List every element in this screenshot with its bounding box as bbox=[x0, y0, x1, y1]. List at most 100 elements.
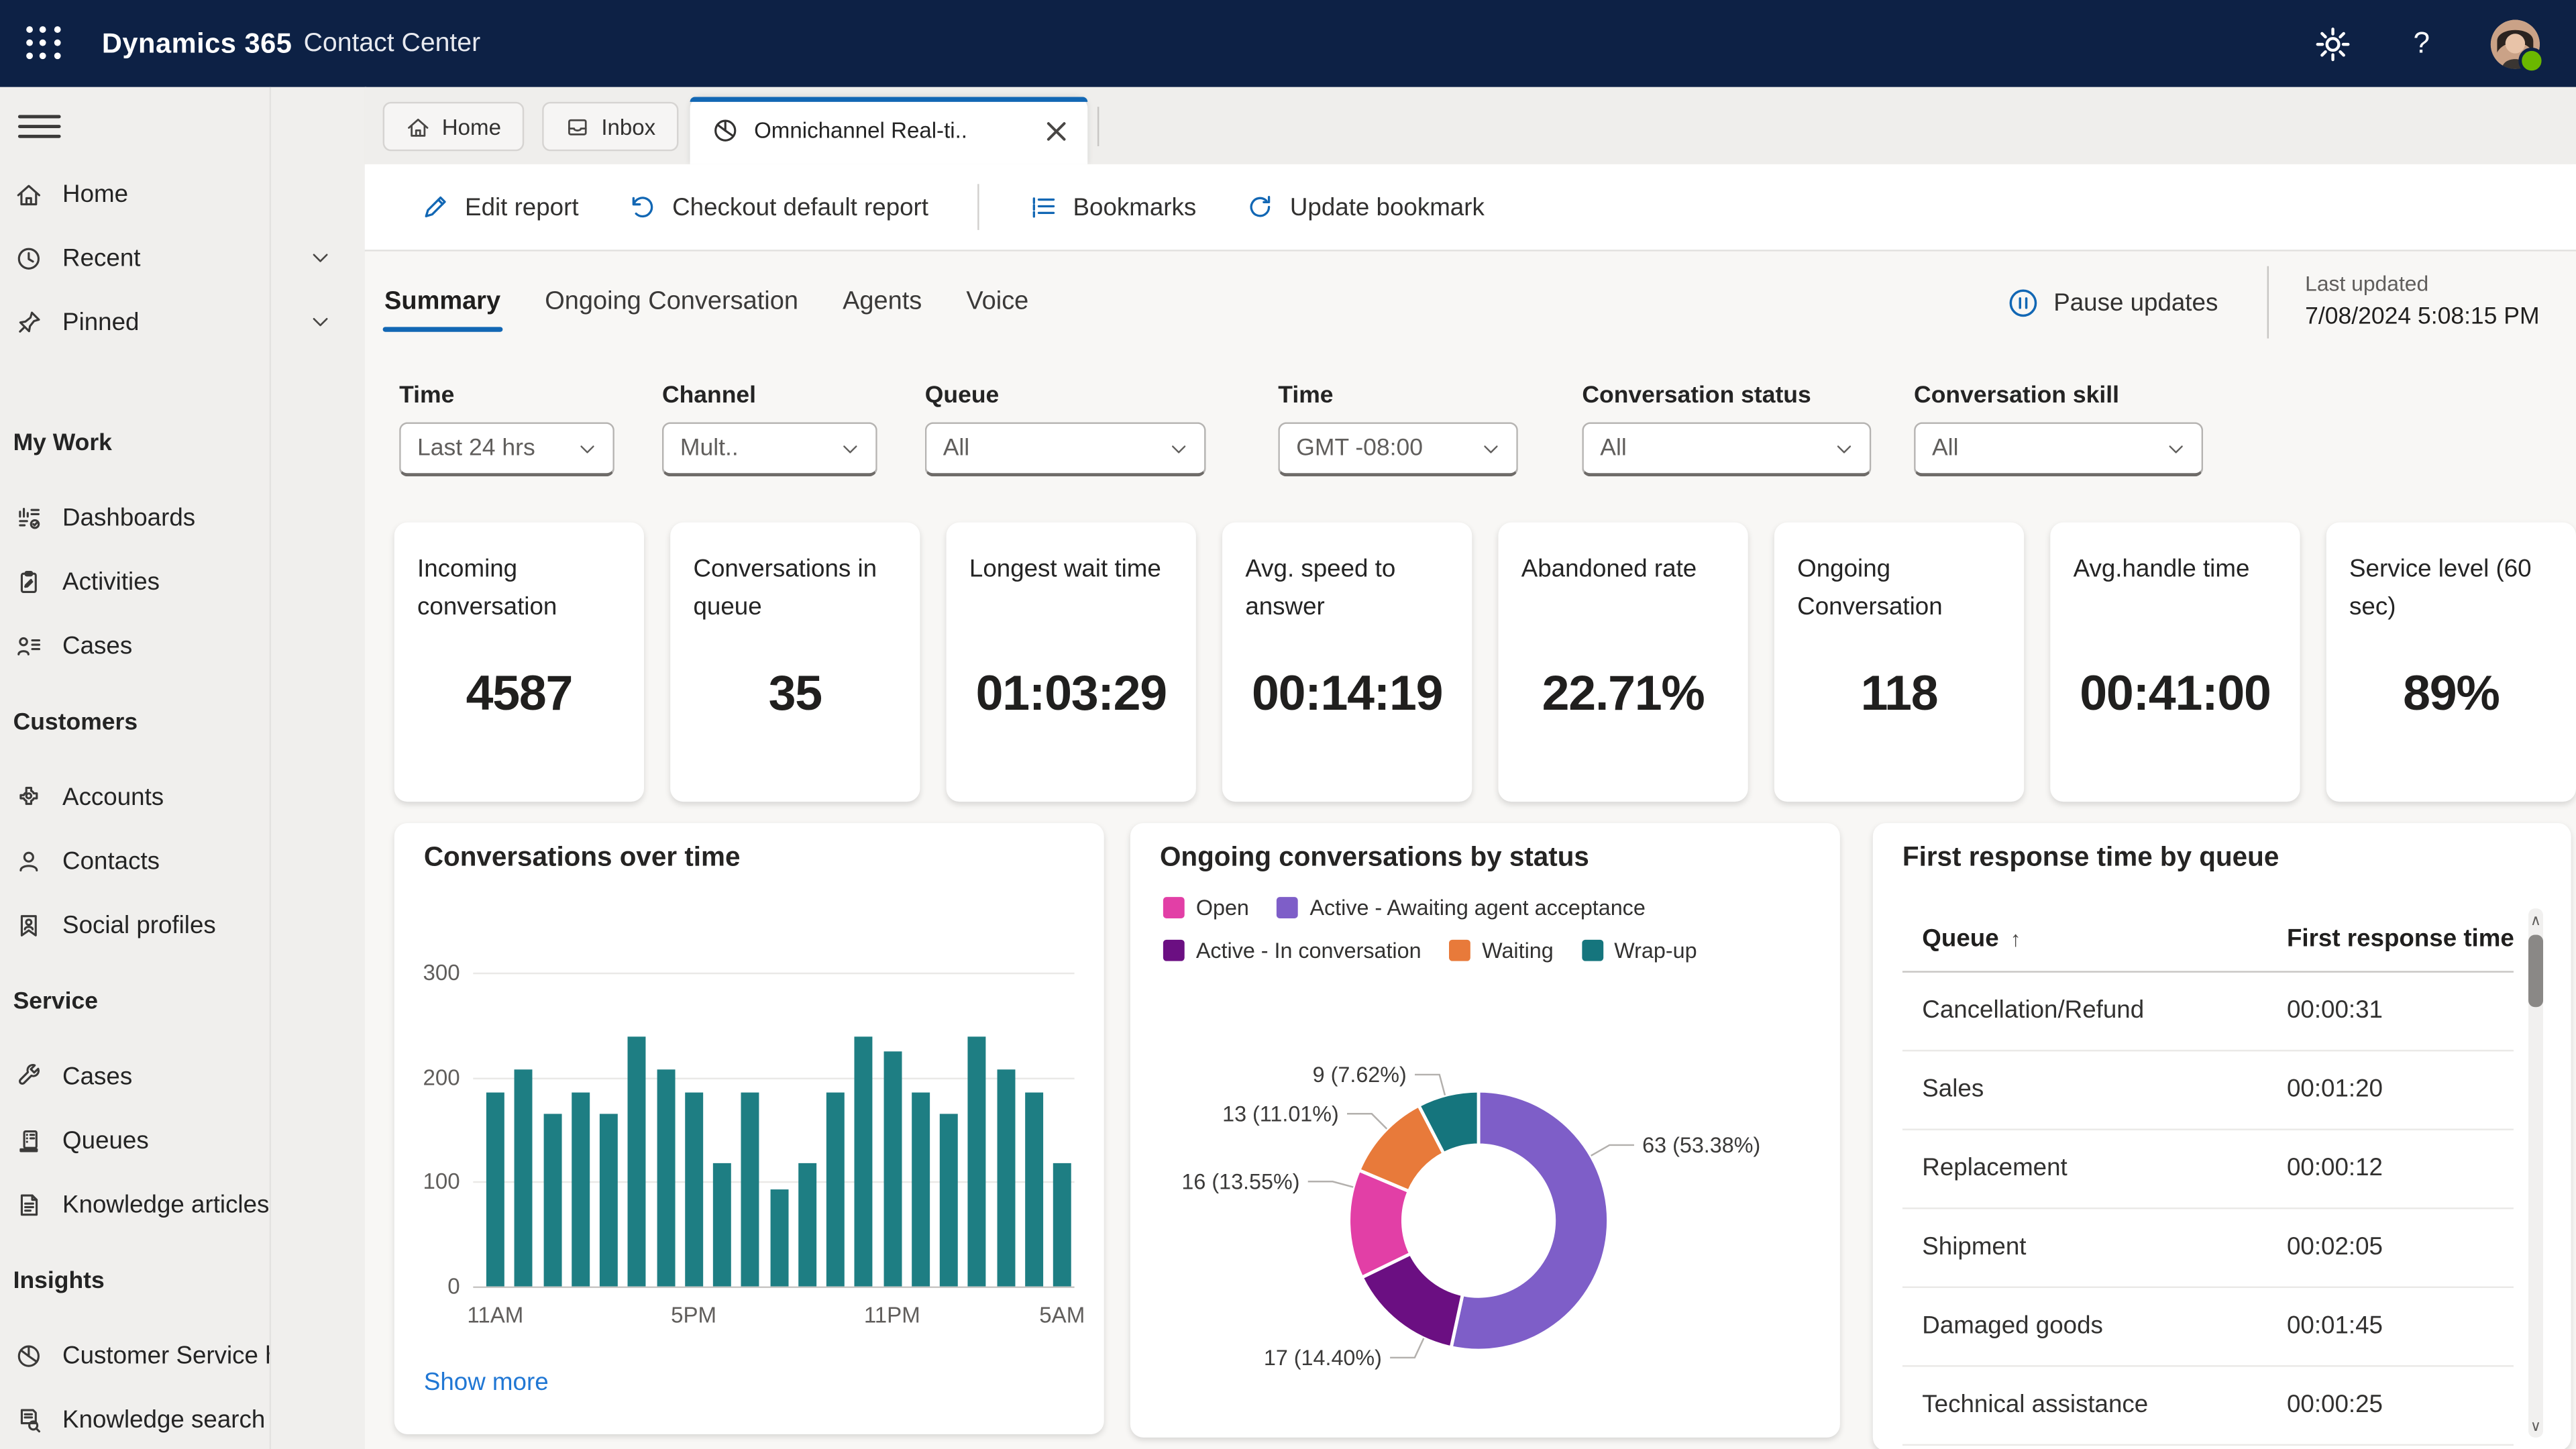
doc-search-icon bbox=[15, 1405, 43, 1434]
close-icon[interactable] bbox=[1038, 113, 1075, 149]
response-time-cell: 00:00:25 bbox=[2286, 1391, 2383, 1419]
table-row[interactable]: Cancellation/Refund 00:00:31 bbox=[1902, 971, 2514, 1052]
sidebar-item-social-profiles[interactable]: Social profiles bbox=[0, 894, 365, 956]
sidebar-item-knowledge-search-an[interactable]: Knowledge search an.. bbox=[0, 1388, 365, 1449]
sidebar-item-cases[interactable]: Cases bbox=[0, 1045, 365, 1108]
checkout-default-report-button[interactable]: Checkout default report bbox=[628, 193, 928, 222]
table-row[interactable]: Technical assistance 00:00:25 bbox=[1902, 1365, 2514, 1446]
filter-dropdown[interactable]: GMT -08:00 bbox=[1278, 422, 1518, 477]
chevron-down-icon[interactable] bbox=[309, 311, 331, 333]
report-tab-summary[interactable]: Summary bbox=[382, 268, 502, 337]
sidebar-item-customer-service-his[interactable]: Customer Service his... bbox=[0, 1324, 365, 1387]
bar-segment[interactable] bbox=[798, 1163, 816, 1287]
filter-channel-1: Channel Mult.. bbox=[661, 383, 877, 477]
column-header-queue[interactable]: Queue ↑ bbox=[1922, 925, 2021, 953]
sidebar-item-contacts[interactable]: Contacts bbox=[0, 830, 365, 892]
legend-item-active-awaiting-agent-acceptance[interactable]: Active - Awaiting agent acceptance bbox=[1277, 896, 1646, 920]
sidebar-item-queues[interactable]: Queues bbox=[0, 1109, 365, 1171]
callout-leader bbox=[1415, 1073, 1446, 1096]
table-row[interactable]: Shipment 00:02:05 bbox=[1902, 1208, 2514, 1288]
bar-segment[interactable] bbox=[515, 1069, 533, 1287]
response-time-cell: 00:01:20 bbox=[2286, 1075, 2383, 1104]
filter-dropdown[interactable]: Last 24 hrs bbox=[399, 422, 614, 477]
bar-segment[interactable] bbox=[628, 1037, 647, 1287]
waffle-icon[interactable] bbox=[23, 22, 66, 65]
bar-segment[interactable] bbox=[968, 1037, 986, 1287]
scrollbar-thumb[interactable] bbox=[2528, 934, 2544, 1008]
filter-dropdown[interactable]: All bbox=[924, 422, 1206, 477]
legend-swatch bbox=[1163, 897, 1185, 918]
bar-segment[interactable] bbox=[543, 1114, 561, 1287]
legend-item-wrap-up[interactable]: Wrap-up bbox=[1581, 938, 1697, 963]
app-window: Dynamics 365 Contact Center ? Home Recen… bbox=[0, 0, 2576, 1449]
kpi-value: 01:03:29 bbox=[975, 667, 1168, 722]
filter-dropdown[interactable]: All bbox=[1914, 422, 2204, 477]
kpi-value: 4587 bbox=[466, 667, 574, 722]
report-tab-voice[interactable]: Voice bbox=[965, 268, 1030, 337]
gridline bbox=[473, 972, 1075, 975]
scroll-down-icon[interactable]: ∨ bbox=[2528, 1415, 2543, 1438]
table-row[interactable]: Sales 00:01:20 bbox=[1902, 1050, 2514, 1130]
sidebar-item-dashboards[interactable]: Dashboards bbox=[0, 486, 365, 549]
bar-segment[interactable] bbox=[883, 1051, 902, 1287]
sidebar-item-activities[interactable]: Activities bbox=[0, 550, 365, 612]
gridline bbox=[473, 1286, 1075, 1288]
sidebar-item-pinned[interactable]: Pinned bbox=[0, 290, 365, 353]
bar-segment[interactable] bbox=[1053, 1163, 1071, 1287]
bar-segment[interactable] bbox=[911, 1093, 930, 1287]
hamburger-menu-icon[interactable] bbox=[13, 107, 66, 146]
kpi-title: Ongoing Conversation bbox=[1797, 555, 1943, 621]
tab-omnichannel-realtime[interactable]: Omnichannel Real-ti.. bbox=[690, 97, 1088, 164]
bar-segment[interactable] bbox=[855, 1037, 873, 1287]
home-icon bbox=[15, 180, 43, 208]
kpi-value: 00:14:19 bbox=[1252, 667, 1444, 722]
table-scrollbar[interactable]: ∧ ∨ bbox=[2528, 908, 2544, 1438]
help-icon[interactable]: ? bbox=[2402, 24, 2441, 64]
settings-gear-icon[interactable] bbox=[2313, 24, 2353, 64]
table-row[interactable]: Replacement 00:00:12 bbox=[1902, 1128, 2514, 1210]
chevron-down-icon bbox=[839, 438, 861, 460]
report-area: Summary Ongoing Conversation Agents Voice P… bbox=[364, 251, 2576, 1449]
legend-item-waiting[interactable]: Waiting bbox=[1449, 938, 1554, 963]
bar-segment[interactable] bbox=[996, 1069, 1015, 1287]
donut-legend: Open Active - Awaiting agent acceptance … bbox=[1163, 896, 1807, 963]
sidebar-item-accounts[interactable]: Accounts bbox=[0, 765, 365, 828]
scroll-up-icon[interactable]: ∧ bbox=[2528, 908, 2543, 931]
sidebar-item-recent[interactable]: Recent bbox=[0, 227, 365, 289]
chevron-down-icon[interactable] bbox=[309, 246, 331, 269]
bar-segment[interactable] bbox=[599, 1114, 618, 1287]
legend-item-active-in-conversation[interactable]: Active - In conversation bbox=[1163, 938, 1421, 963]
bar-segment[interactable] bbox=[1024, 1093, 1043, 1287]
report-tabs: Summary Ongoing Conversation Agents Voice bbox=[382, 268, 1030, 337]
sidebar-item-cases[interactable]: Cases bbox=[0, 614, 365, 677]
bar-segment[interactable] bbox=[571, 1093, 590, 1287]
bar-segment[interactable] bbox=[769, 1190, 788, 1287]
tab-home[interactable]: Home bbox=[382, 101, 525, 152]
show-more-link[interactable]: Show more bbox=[424, 1368, 549, 1397]
report-tab-ongoing-conversation[interactable]: Ongoing Conversation bbox=[543, 268, 800, 337]
legend-item-open[interactable]: Open bbox=[1163, 896, 1249, 920]
bar-segment[interactable] bbox=[486, 1093, 504, 1287]
bar-segment[interactable] bbox=[712, 1163, 731, 1287]
filter-dropdown[interactable]: Mult.. bbox=[661, 422, 877, 477]
tab-inbox[interactable]: Inbox bbox=[542, 101, 679, 152]
report-tab-agents[interactable]: Agents bbox=[841, 268, 924, 337]
filter-dropdown[interactable]: All bbox=[1582, 422, 1872, 477]
bar-segment[interactable] bbox=[826, 1093, 845, 1287]
avatar[interactable] bbox=[2490, 19, 2545, 73]
card-conversations-over-time: Conversations over time 300 200 100 0 11AM 5P… bbox=[394, 822, 1104, 1434]
card-first-response-time: First response time by queue Queue ↑ Firs… bbox=[1872, 822, 2571, 1449]
sidebar-item-knowledge-articles[interactable]: Knowledge articles bbox=[0, 1173, 365, 1236]
bar-segment[interactable] bbox=[684, 1093, 703, 1287]
table-row[interactable]: Damaged goods 00:01:45 bbox=[1902, 1287, 2514, 1367]
update-bookmark-button[interactable]: Update bookmark bbox=[1246, 193, 1485, 222]
kpi-value: 22.71% bbox=[1542, 667, 1705, 722]
edit-report-button[interactable]: Edit report bbox=[421, 193, 579, 222]
column-header-first-response-time[interactable]: First response time bbox=[2287, 925, 2514, 953]
bar-segment[interactable] bbox=[656, 1069, 675, 1287]
sidebar-item-home[interactable]: Home bbox=[0, 162, 365, 225]
pause-updates-button[interactable]: Pause updates bbox=[2008, 286, 2218, 318]
bar-segment[interactable] bbox=[939, 1114, 958, 1287]
bar-segment[interactable] bbox=[741, 1093, 760, 1287]
bookmarks-button[interactable]: Bookmarks bbox=[1028, 193, 1196, 222]
